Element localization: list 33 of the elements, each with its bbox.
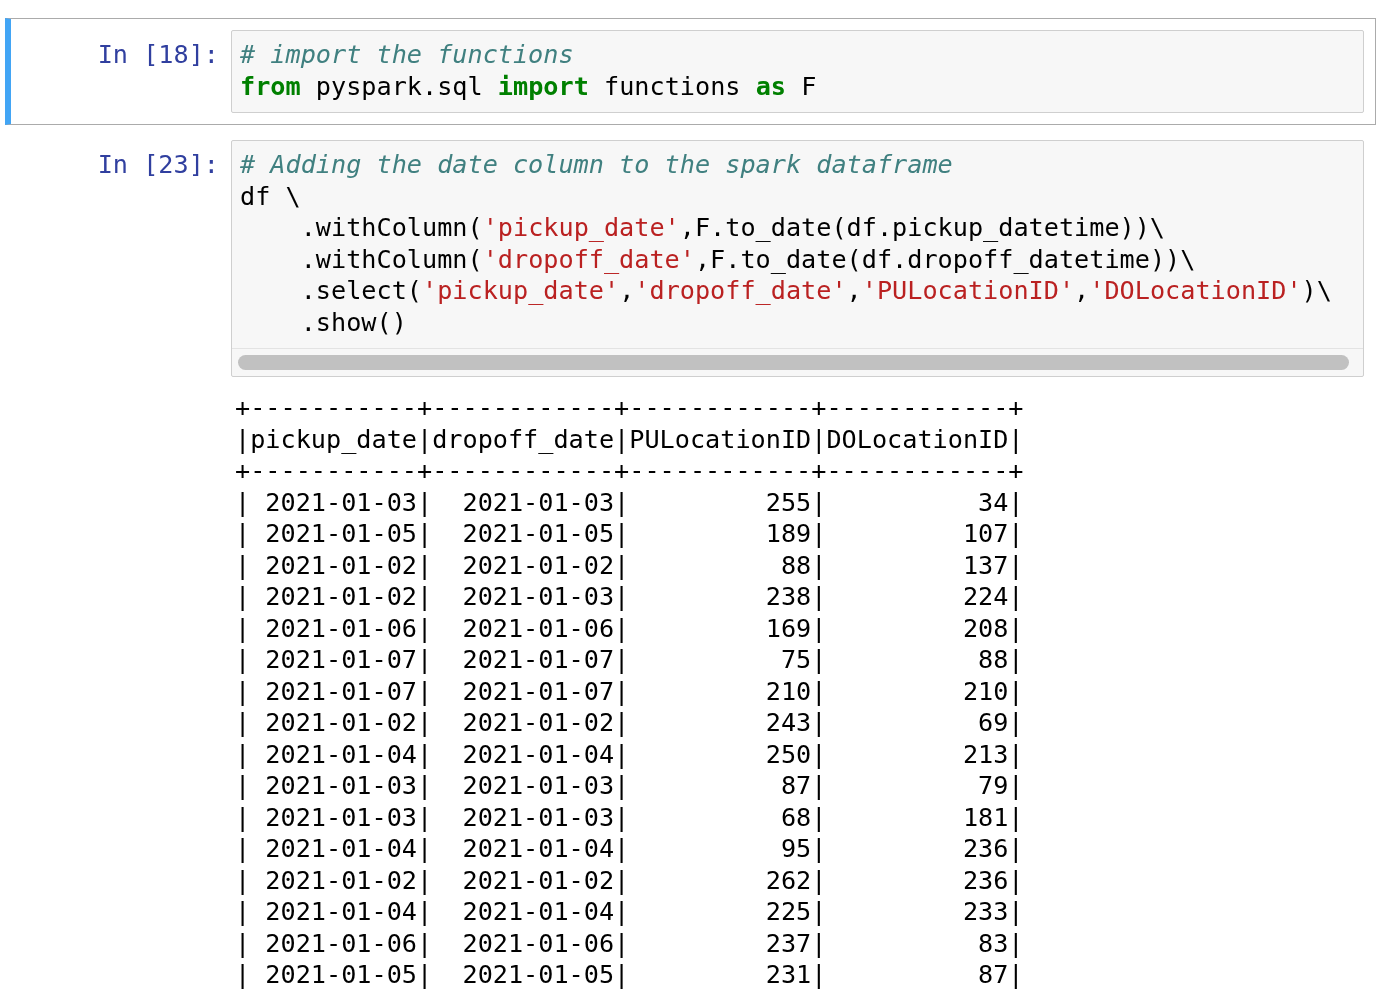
- output-line: +-----------+------------+------------+------------+: [235, 393, 1024, 422]
- output-line: | 2021-01-02| 2021-01-02| 262| 236|: [235, 865, 1024, 895]
- code-line: df \: [240, 181, 301, 211]
- code-line: # import the functions: [240, 40, 574, 69]
- output-line: | 2021-01-05| 2021-01-05| 231| 87|: [235, 960, 1024, 989]
- output-line: | 2021-01-04| 2021-01-04| 225| 233|: [235, 897, 1024, 926]
- output-line: +-----------+------------+------------+------------+: [235, 456, 1024, 485]
- code-line: from pyspark.sql import functions as F: [240, 71, 817, 101]
- output-line: | 2021-01-04| 2021-01-04| 250| 213|: [235, 739, 1024, 769]
- output-line: | 2021-01-07| 2021-01-07| 210| 210|: [235, 676, 1024, 706]
- code-line: .select('pickup_date','dropoff_date','PULocationID','DOLocationID')\: [299, 276, 1332, 305]
- code-line: .show(): [299, 307, 407, 337]
- output-line: | 2021-01-02| 2021-01-03| 238| 224|: [235, 582, 1024, 611]
- output-line: | 2021-01-06| 2021-01-06| 237| 83|: [235, 928, 1024, 958]
- output-line: | 2021-01-02| 2021-01-02| 88| 137|: [235, 550, 1024, 580]
- output-line: | 2021-01-03| 2021-01-03| 255| 34|: [235, 487, 1024, 517]
- output-line: | 2021-01-06| 2021-01-06| 169| 208|: [235, 613, 1024, 643]
- output-line: | 2021-01-07| 2021-01-07| 75| 88|: [235, 645, 1024, 674]
- code-line: # Adding the date column to the spark dataframe: [240, 150, 953, 179]
- output-line: |pickup_date|dropoff_date|PULocationID|DOLocationID|: [235, 424, 1024, 454]
- input-prompt: In [18]:: [97, 40, 219, 69]
- output-line: | 2021-01-03| 2021-01-03| 87| 79|: [235, 771, 1024, 800]
- output-line: | 2021-01-04| 2021-01-04| 95| 236|: [235, 834, 1024, 863]
- output-line: | 2021-01-02| 2021-01-02| 243| 69|: [235, 708, 1024, 737]
- scrollbar-thumb[interactable]: [238, 355, 1349, 370]
- output-line: | 2021-01-03| 2021-01-03| 68| 181|: [235, 802, 1024, 832]
- code-input[interactable]: # import the functions from pyspark.sql import functions as F: [231, 30, 1364, 113]
- code-line: .withColumn('dropoff_date',F.to_date(df.dropoff_datetime))\: [299, 244, 1196, 274]
- code-line: .withColumn('pickup_date',F.to_date(df.pickup_datetime))\: [299, 213, 1166, 242]
- input-prompt: In [23]:: [97, 150, 219, 179]
- code-input[interactable]: [231, 140, 1364, 377]
- output-line: | 2021-01-05| 2021-01-05| 189| 107|: [235, 519, 1024, 548]
- notebook-cell[interactable]: In [18]: # import the functions from pyspark.sql import functions as F: [5, 18, 1376, 125]
